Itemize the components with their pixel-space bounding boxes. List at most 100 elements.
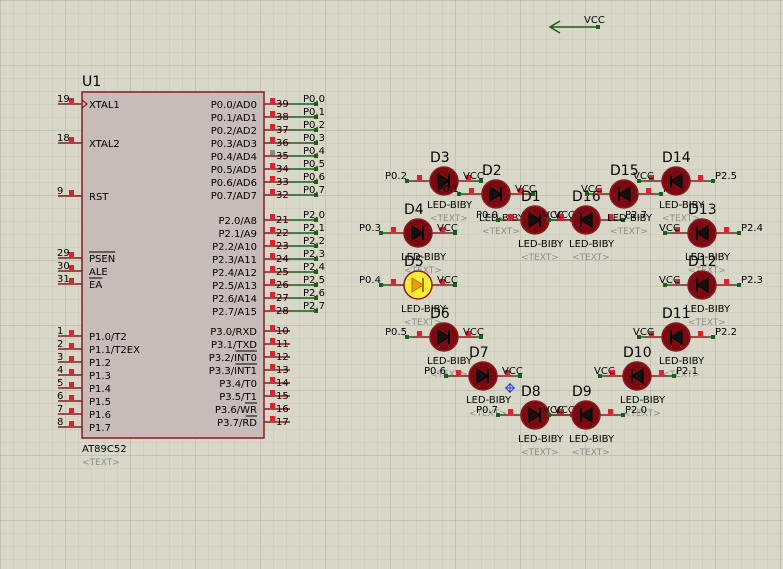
led-ref-label: D9 bbox=[572, 384, 592, 400]
pin-number: 5 bbox=[57, 378, 63, 389]
led-part-label: LED-BIBY bbox=[518, 434, 564, 445]
pin-number: 18 bbox=[57, 133, 70, 144]
led-part-label: LED-BIBY bbox=[518, 239, 564, 250]
led-ref-label: D6 bbox=[430, 306, 450, 322]
pin-name: P1.1/T2EX bbox=[89, 345, 140, 356]
chip-pin-p3-5-t1[interactable]: 15 P3.5/T1 bbox=[219, 390, 290, 403]
led-text-placeholder: <TEXT> bbox=[521, 253, 559, 263]
led-vcc-label: VCC bbox=[659, 275, 680, 286]
led-ref-label: D11 bbox=[662, 306, 691, 322]
net-label: P2.0 bbox=[303, 210, 325, 221]
led-ref-label: D8 bbox=[521, 384, 541, 400]
pin-number: 29 bbox=[57, 248, 70, 259]
pin-name: P0.5/AD5 bbox=[211, 165, 257, 176]
pin-number: 38 bbox=[276, 112, 289, 123]
led-ref-label: D13 bbox=[688, 202, 717, 218]
led-net-label: P0.7 bbox=[476, 405, 498, 416]
led-net-label: P2.4 bbox=[741, 223, 763, 234]
chip-ref-label: U1 bbox=[82, 74, 101, 90]
pin-number: 33 bbox=[276, 177, 289, 188]
led-ref-label: D14 bbox=[662, 150, 691, 166]
pin-name: EA bbox=[89, 280, 102, 291]
chip-pin-p3-7-rd[interactable]: 17 P3.7/RD bbox=[217, 415, 290, 429]
led-text-placeholder: <TEXT> bbox=[572, 448, 610, 458]
pin-name: P3.6/WR bbox=[215, 405, 257, 416]
pin-number: 35 bbox=[276, 151, 289, 162]
pin-name: P0.3/AD3 bbox=[211, 139, 257, 150]
pin-name: P3.1/TXD bbox=[211, 340, 257, 351]
chip-pin-p3-6-wr[interactable]: 16 P3.6/WR bbox=[215, 402, 290, 416]
pin-name: P2.7/A15 bbox=[212, 307, 257, 318]
pin-number: 19 bbox=[57, 94, 70, 105]
pin-name: XTAL2 bbox=[89, 139, 120, 150]
pin-name: ALE bbox=[89, 267, 108, 278]
led-vcc-label: VCC bbox=[659, 223, 680, 234]
pin-number: 28 bbox=[276, 306, 289, 317]
chip-pin-p3-2-int0[interactable]: 12 P3.2/INT0 bbox=[209, 350, 290, 364]
pin-name: P2.0/A8 bbox=[218, 216, 257, 227]
net-label: P0.7 bbox=[303, 185, 325, 196]
chip-pin-p3-1-txd[interactable]: 11 P3.1/TXD bbox=[211, 338, 290, 351]
pin-name: XTAL1 bbox=[89, 100, 120, 111]
pin-number: 6 bbox=[57, 391, 63, 402]
net-label: P0.1 bbox=[303, 107, 325, 118]
pin-name: P3.7/RD bbox=[217, 418, 257, 429]
pin-number: 27 bbox=[276, 293, 289, 304]
pin-name: P3.5/T1 bbox=[219, 392, 257, 403]
net-label: P2.5 bbox=[303, 275, 325, 286]
pin-name: P0.4/AD4 bbox=[211, 152, 257, 163]
led-text-placeholder: <TEXT> bbox=[482, 227, 520, 237]
chip-pin-p3-3-int1[interactable]: 13 P3.3/INT1 bbox=[209, 363, 290, 377]
led-vcc-label: VCC bbox=[463, 171, 484, 182]
led-ref-label: D12 bbox=[688, 254, 717, 270]
led-net-label: P0.6 bbox=[424, 366, 446, 377]
led-vcc-label: VCC bbox=[502, 366, 523, 377]
led-net-label: P0.2 bbox=[385, 171, 407, 182]
chip-part-label: AT89C52 bbox=[82, 444, 127, 455]
led-part-label: LED-BIBY bbox=[569, 239, 615, 250]
pin-name: P3.2/INT0 bbox=[209, 353, 257, 364]
chip-pin-p3-0-rxd[interactable]: 10 P3.0/RXD bbox=[210, 325, 290, 338]
pin-number: 25 bbox=[276, 267, 289, 278]
pin-number: 11 bbox=[276, 339, 289, 350]
pin-number: 7 bbox=[57, 404, 63, 415]
pin-name: P1.6 bbox=[89, 410, 111, 421]
microcontroller-u1[interactable]: U1 AT89C52 <TEXT> 19XTAL118XTAL29RST29PS… bbox=[57, 74, 325, 468]
led-net-label: P2.3 bbox=[741, 275, 763, 286]
net-label: P0.6 bbox=[303, 172, 325, 183]
pin-number: 10 bbox=[276, 326, 289, 337]
led-part-label: LED-BIBY bbox=[427, 200, 473, 211]
led-ref-label: D4 bbox=[404, 202, 424, 218]
led-net-label: P0.1 bbox=[437, 184, 459, 195]
led-vcc-label: VCC bbox=[543, 210, 564, 221]
led-text-placeholder: <TEXT> bbox=[572, 253, 610, 263]
led-vcc-label: VCC bbox=[437, 223, 458, 234]
led-ref-label: D3 bbox=[430, 150, 450, 166]
net-label: P0.0 bbox=[303, 94, 325, 105]
pin-name: P3.3/INT1 bbox=[209, 366, 257, 377]
pin-number: 31 bbox=[57, 274, 70, 285]
pin-name: P3.0/RXD bbox=[210, 327, 257, 338]
pin-name: P1.2 bbox=[89, 358, 111, 369]
pin-name: P3.4/T0 bbox=[219, 379, 257, 390]
pin-number: 24 bbox=[276, 254, 289, 265]
pin-number: 2 bbox=[57, 339, 63, 350]
pin-name: P2.3/A11 bbox=[212, 255, 257, 266]
schematic-canvas[interactable]: VCC U1 AT89C52 <TEXT> 19XTAL118XTAL29RST… bbox=[0, 0, 783, 569]
pin-number: 13 bbox=[276, 365, 289, 376]
pin-number: 26 bbox=[276, 280, 289, 291]
pin-number: 36 bbox=[276, 138, 289, 149]
led-ref-label: D10 bbox=[623, 345, 652, 361]
net-label: P2.7 bbox=[303, 301, 325, 312]
led-part-label: LED-BIBY bbox=[569, 434, 615, 445]
net-label: P0.2 bbox=[303, 120, 325, 131]
led-vcc-label: VCC bbox=[543, 405, 564, 416]
pin-number: 16 bbox=[276, 404, 289, 415]
chip-pin-p3-4-t0[interactable]: 14 P3.4/T0 bbox=[219, 377, 290, 390]
net-label: P2.2 bbox=[303, 236, 325, 247]
pin-name: P2.4/A12 bbox=[212, 268, 257, 279]
pin-name: RST bbox=[89, 192, 109, 203]
led-net-label: P2.2 bbox=[715, 327, 737, 338]
led-ref-label: D2 bbox=[482, 163, 502, 179]
net-label: P0.5 bbox=[303, 159, 325, 170]
